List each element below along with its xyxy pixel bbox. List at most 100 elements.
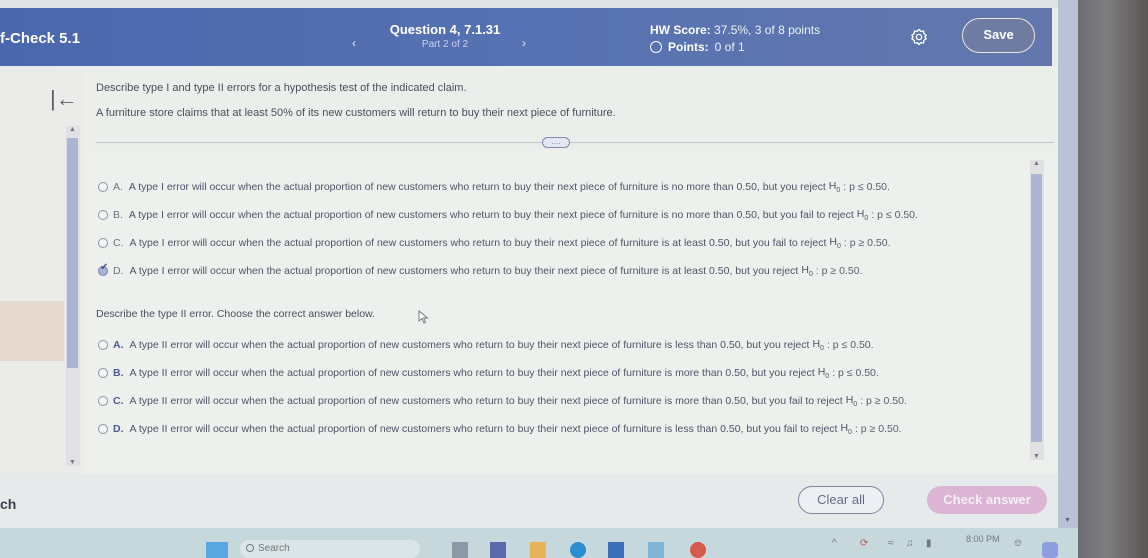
scroll-up-arrow-icon[interactable]: ▲ bbox=[69, 126, 76, 133]
question-prompt: Describe type I and type II errors for a… bbox=[96, 82, 467, 94]
scroll-down-arrow-icon[interactable]: ▼ bbox=[69, 459, 76, 466]
null-hypothesis-symbol: H0 bbox=[840, 422, 852, 437]
mouse-cursor-icon bbox=[418, 310, 429, 324]
radio-button-selected[interactable] bbox=[98, 262, 108, 277]
search-icon bbox=[246, 544, 254, 552]
option-tail: : p ≤ 0.50. bbox=[871, 209, 918, 222]
page-scrollbar[interactable]: ▼ bbox=[1058, 0, 1078, 528]
type1-option-b[interactable]: B. A type I error will occur when the ac… bbox=[98, 208, 918, 222]
left-pane-scrollbar[interactable]: ▲ ▼ bbox=[66, 126, 80, 466]
option-tail: : p ≥ 0.50. bbox=[815, 265, 863, 278]
radio-button[interactable] bbox=[98, 396, 108, 407]
radio-button[interactable] bbox=[98, 424, 108, 435]
clock-time[interactable]: 8:00 PM bbox=[966, 534, 1000, 544]
footer-left-text: ch bbox=[0, 496, 17, 512]
radio-button[interactable] bbox=[98, 368, 108, 379]
taskbar: Search ^ ⟳ ≈ ♫ ▮ 8:00 PM ⎊ bbox=[0, 528, 1078, 558]
taskbar-search[interactable]: Search bbox=[240, 540, 420, 558]
chrome-icon[interactable] bbox=[690, 542, 706, 558]
null-hypothesis-symbol: H0 bbox=[829, 236, 841, 251]
type2-option-a[interactable]: A. A type II error will occur when the a… bbox=[98, 338, 874, 352]
browser-top-strip bbox=[0, 0, 1148, 8]
footer-bar: ch Clear all Check answer bbox=[0, 474, 1058, 528]
option-tail: : p ≤ 0.50. bbox=[826, 339, 874, 352]
option-letter: A. bbox=[113, 339, 124, 352]
hw-score: HW Score: 37.5%, 3 of 8 points bbox=[650, 23, 820, 37]
option-tail: : p ≤ 0.50. bbox=[832, 367, 879, 380]
file-explorer-icon[interactable] bbox=[530, 542, 546, 558]
check-answer-button[interactable]: Check answer bbox=[927, 486, 1047, 514]
header-bar: f-Check 5.1 ‹ Question 4, 7.1.31 Part 2 … bbox=[0, 8, 1052, 66]
option-text: A type I error will occur when the actua… bbox=[128, 209, 854, 222]
store-icon[interactable] bbox=[608, 542, 624, 558]
null-hypothesis-symbol: H0 bbox=[856, 208, 869, 223]
radio-button[interactable] bbox=[98, 182, 108, 193]
type2-option-b[interactable]: B. A type II error will occur when the a… bbox=[98, 366, 879, 380]
hw-score-value: 37.5%, 3 of 8 points bbox=[714, 23, 821, 37]
option-text: A type II error will occur when the actu… bbox=[129, 339, 810, 352]
type1-option-c[interactable]: C. A type I error will occur when the ac… bbox=[98, 236, 890, 250]
expand-more-button[interactable]: .... bbox=[542, 137, 570, 148]
type1-option-a[interactable]: A. A type I error will occur when the ac… bbox=[98, 180, 890, 194]
left-pane: |← ▲ ▼ bbox=[0, 66, 84, 474]
scroll-up-arrow-icon[interactable]: ▲ bbox=[1033, 160, 1040, 167]
type2-prompt: Describe the type II error. Choose the c… bbox=[96, 308, 375, 320]
null-hypothesis-symbol: H0 bbox=[828, 180, 841, 195]
battery-icon[interactable]: ▮ bbox=[926, 538, 932, 549]
radio-button[interactable] bbox=[98, 238, 108, 249]
option-text: A type I error will occur when the actua… bbox=[128, 181, 826, 194]
option-letter: D. bbox=[113, 265, 124, 278]
radio-button[interactable] bbox=[98, 340, 108, 351]
gear-icon[interactable] bbox=[910, 28, 928, 46]
edge-icon[interactable] bbox=[570, 542, 586, 558]
snipping-tool-icon[interactable] bbox=[648, 542, 664, 558]
clear-all-button[interactable]: Clear all bbox=[798, 486, 884, 514]
option-tail: : p ≥ 0.50. bbox=[860, 395, 907, 408]
option-tail: : p ≥ 0.50. bbox=[854, 423, 902, 436]
next-question-button[interactable]: › bbox=[522, 36, 526, 50]
type2-option-d[interactable]: D. A type II error will occur when the a… bbox=[98, 422, 902, 436]
option-letter: C. bbox=[113, 395, 124, 408]
content-area: |← ▲ ▼ Describe type I and type II error… bbox=[0, 66, 1058, 528]
scroll-thumb[interactable] bbox=[67, 138, 78, 368]
assignment-title: f-Check 5.1 bbox=[0, 30, 81, 47]
wifi-icon[interactable]: ≈ bbox=[888, 538, 894, 549]
question-title: Question 4, 7.1.31 bbox=[389, 22, 501, 37]
option-letter: B. bbox=[113, 367, 124, 380]
scroll-down-arrow-icon[interactable]: ▼ bbox=[1033, 453, 1040, 460]
option-text: A type II error will occur when the actu… bbox=[129, 423, 838, 436]
claim-text: A furniture store claims that at least 5… bbox=[96, 107, 616, 119]
question-indicator: Question 4, 7.1.31 Part 2 of 2 bbox=[380, 22, 510, 50]
null-hypothesis-symbol: H0 bbox=[817, 366, 830, 381]
tray-chevron-icon[interactable]: ^ bbox=[832, 538, 837, 549]
task-view-icon[interactable] bbox=[452, 542, 468, 558]
windows-start-icon[interactable] bbox=[206, 542, 228, 558]
type1-option-d[interactable]: D. A type I error will occur when the ac… bbox=[98, 262, 863, 279]
radio-button[interactable] bbox=[98, 210, 108, 221]
answer-pane-scrollbar[interactable]: ▲ ▼ bbox=[1030, 160, 1044, 460]
sync-icon[interactable]: ⟳ bbox=[860, 538, 868, 549]
scroll-thumb[interactable] bbox=[1031, 174, 1042, 442]
option-text: A type II error will occur when the actu… bbox=[129, 367, 815, 380]
volume-icon[interactable]: ♫ bbox=[906, 538, 914, 549]
copilot-icon[interactable] bbox=[1042, 542, 1058, 558]
option-letter: B. bbox=[113, 209, 123, 222]
previous-question-button[interactable]: ‹ bbox=[352, 36, 356, 50]
option-tail: : p ≥ 0.50. bbox=[843, 237, 891, 250]
option-letter: A. bbox=[113, 181, 123, 194]
type2-option-c[interactable]: C. A type II error will occur when the a… bbox=[98, 394, 907, 408]
points-label: Points: bbox=[668, 40, 709, 54]
option-letter: D. bbox=[113, 423, 124, 436]
option-letter: C. bbox=[113, 237, 124, 250]
save-button[interactable]: Save bbox=[962, 18, 1035, 53]
null-hypothesis-symbol: H0 bbox=[812, 338, 824, 353]
scroll-down-arrow-icon[interactable]: ▼ bbox=[1064, 517, 1071, 524]
collapse-left-icon[interactable]: |← bbox=[50, 86, 78, 112]
notification-bell-icon[interactable]: ⎊ bbox=[1014, 538, 1022, 549]
teams-icon[interactable] bbox=[490, 542, 506, 558]
option-text: A type I error will occur when the actua… bbox=[129, 237, 827, 250]
null-hypothesis-symbol: H0 bbox=[801, 264, 813, 279]
hw-score-label: HW Score: bbox=[650, 23, 711, 37]
monitor-bezel bbox=[1078, 0, 1148, 558]
question-part: Part 2 of 2 bbox=[421, 39, 469, 50]
